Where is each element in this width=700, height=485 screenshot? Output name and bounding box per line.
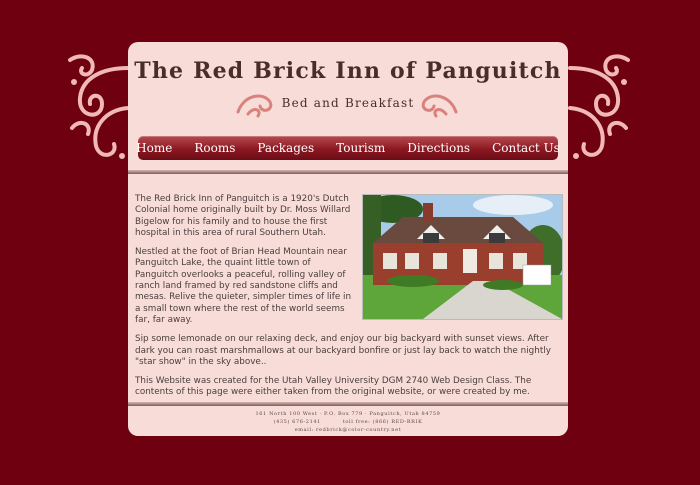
footer-email[interactable]: email: redbrick@color-country.net	[128, 426, 568, 434]
disclaimer-paragraph: This Website was created for the Utah Va…	[135, 376, 532, 398]
nav-directions[interactable]: Directions	[407, 141, 470, 155]
amenities-paragraph: Sip some lemonade on our relaxing deck, …	[135, 334, 551, 367]
footer-phone: (435) 676-2141 toll free: (866) RED-BRIK	[273, 419, 423, 425]
site-title: The Red Brick Inn of Panguitch	[134, 58, 562, 84]
left-swirl-ornament	[68, 54, 130, 159]
location-paragraph: Nestled at the foot of Brian Head Mounta…	[135, 247, 352, 325]
nav-packages[interactable]: Packages	[257, 141, 314, 155]
nav-tourism[interactable]: Tourism	[336, 141, 385, 155]
subtitle-row: Bed and Breakfast	[128, 88, 568, 120]
intro-text: The Red Brick Inn of Panguitch is a 1920…	[135, 194, 561, 407]
right-flourish-ornament	[421, 94, 458, 118]
divider-top	[128, 170, 568, 174]
main-nav: Home Rooms Packages Tourism Directions C…	[136, 136, 560, 160]
intro-paragraph: The Red Brick Inn of Panguitch is a 1920…	[135, 194, 351, 238]
footer: 161 North 100 West · P.O. Box 779 · Pang…	[128, 410, 568, 434]
site-subtitle: Bed and Breakfast	[281, 96, 415, 110]
nav-rooms[interactable]: Rooms	[194, 141, 235, 155]
divider-bottom	[128, 402, 568, 406]
page-container: The Red Brick Inn of Panguitch Bed and B…	[128, 42, 568, 436]
footer-address: 161 North 100 West · P.O. Box 779 · Pang…	[255, 411, 441, 417]
nav-contact-us[interactable]: Contact Us	[492, 141, 560, 155]
nav-home[interactable]: Home	[136, 141, 172, 155]
right-swirl-ornament	[568, 54, 630, 159]
